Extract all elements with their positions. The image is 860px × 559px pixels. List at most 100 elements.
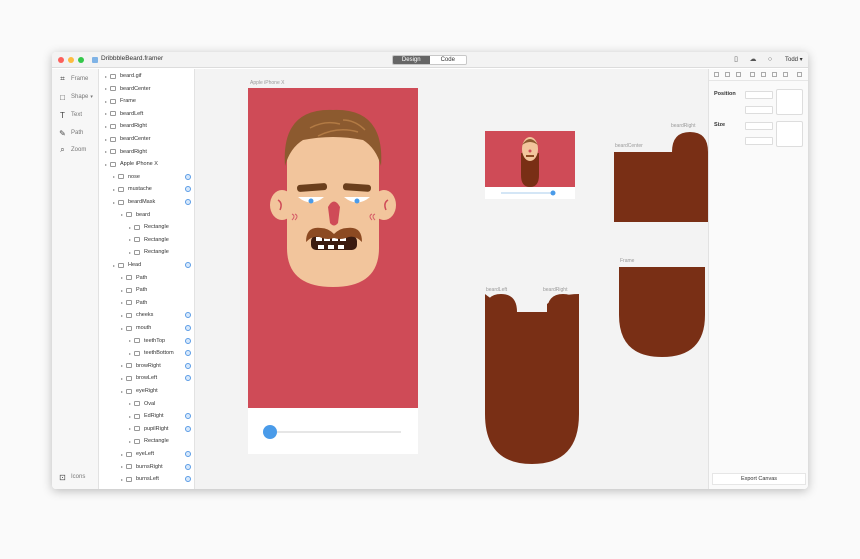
preview-artboard[interactable] — [485, 131, 575, 199]
visibility-toggle-icon[interactable] — [185, 425, 191, 432]
layer-row[interactable]: ▸ Head — [99, 259, 194, 271]
layer-row[interactable]: ▸ browRight — [99, 360, 194, 372]
layer-row[interactable]: ▸ teethBottom — [99, 347, 194, 359]
layer-row[interactable]: ▸ beard — [99, 209, 194, 221]
layer-row[interactable]: ▸ Path — [99, 284, 194, 296]
visibility-toggle-icon[interactable] — [185, 413, 191, 420]
align-left-icon[interactable] — [714, 72, 719, 77]
visibility-toggle-icon[interactable] — [185, 337, 191, 344]
layer-row[interactable]: ▸ cheeks — [99, 309, 194, 321]
layer-row[interactable]: ▸ burnsLeft — [99, 473, 194, 485]
tool-icons[interactable]: ⊡ Icons — [58, 472, 85, 482]
visibility-toggle-icon[interactable] — [185, 362, 191, 369]
cloud-icon[interactable]: ☁ — [749, 56, 757, 64]
layer-row[interactable]: ▸ Rectangle — [99, 435, 194, 447]
visibility-toggle-icon[interactable] — [185, 312, 191, 319]
layer-row[interactable]: ▸ browLeft — [99, 372, 194, 384]
iphone-artboard[interactable] — [248, 88, 418, 454]
artboard-label-iphone[interactable]: Apple iPhone X — [250, 80, 284, 86]
layer-name: cheeks — [136, 312, 154, 319]
tool-frame[interactable]: ⌗ Frame — [58, 74, 88, 84]
layer-row[interactable]: ▸ Oval — [99, 398, 194, 410]
tool-shape[interactable]: □ Shape ▾ — [58, 92, 93, 102]
align-top-icon[interactable] — [761, 72, 766, 77]
layer-row[interactable]: ▸ eyeLeft — [99, 448, 194, 460]
visibility-toggle-icon[interactable] — [185, 476, 191, 483]
comment-icon[interactable]: ○ — [766, 56, 774, 64]
align-right-icon[interactable] — [736, 72, 741, 77]
layer-row[interactable]: ▸ Rectangle — [99, 246, 194, 258]
distribute-h-icon[interactable] — [750, 72, 755, 77]
layer-type-icon — [126, 363, 132, 369]
distribute-v-icon[interactable] — [797, 72, 802, 77]
align-middle-icon[interactable] — [772, 72, 777, 77]
visibility-toggle-icon[interactable] — [185, 173, 191, 180]
layer-row[interactable]: ▸ teethTop — [99, 335, 194, 347]
layer-row[interactable]: ▸ beardMask — [99, 196, 194, 208]
frame-icon: ⌗ — [60, 74, 65, 83]
beard-combined-shape[interactable] — [485, 294, 581, 466]
layer-row[interactable]: ▸ beardCenter — [99, 83, 194, 95]
layer-row[interactable]: ▸ Frame — [99, 95, 194, 107]
align-center-h-icon[interactable] — [725, 72, 730, 77]
layer-name: beardLeft — [120, 110, 144, 117]
tool-zoom[interactable]: ⌕ Zoom — [58, 145, 86, 155]
layer-row[interactable]: ▸ EdRight — [99, 410, 194, 422]
tab-design[interactable]: Design — [393, 56, 430, 64]
zoom-icon: ⌕ — [60, 145, 65, 154]
layer-name: Head — [128, 262, 142, 268]
layer-type-icon — [126, 464, 132, 470]
layer-row[interactable]: ▸ eyeRight — [99, 385, 194, 397]
layer-row[interactable]: ▸ beard.gif — [99, 70, 194, 82]
size-height-field[interactable] — [745, 137, 773, 145]
tool-path[interactable]: ✎ Path — [58, 128, 83, 138]
layer-row[interactable]: ▸ beardRight — [99, 120, 194, 132]
minimize-window-button[interactable] — [68, 57, 74, 63]
layer-row[interactable]: ▸ Apple iPhone X — [99, 158, 194, 170]
frame-shape[interactable] — [619, 267, 705, 359]
preview-device-icon[interactable]: ▯ — [732, 56, 740, 64]
layer-row[interactable]: ▸ beardRight — [99, 146, 194, 158]
tab-code[interactable]: Code — [429, 56, 466, 64]
layer-type-icon — [134, 224, 140, 230]
visibility-toggle-icon[interactable] — [185, 186, 191, 193]
export-canvas-button[interactable]: Export Canvas — [712, 473, 806, 485]
layer-label-beard-right-2[interactable]: beardRight — [543, 287, 567, 293]
size-width-field[interactable] — [745, 122, 773, 130]
layer-row[interactable]: ▸ mouth — [99, 322, 194, 334]
visibility-toggle-icon[interactable] — [185, 199, 191, 205]
layer-row[interactable]: ▸ Rectangle — [99, 234, 194, 246]
visibility-toggle-icon[interactable] — [185, 451, 191, 457]
size-label: Size — [714, 122, 726, 128]
layer-row[interactable]: ▸ Rectangle — [99, 221, 194, 233]
visibility-toggle-icon[interactable] — [185, 262, 191, 268]
align-bottom-icon[interactable] — [783, 72, 788, 77]
position-x-field[interactable] — [745, 91, 773, 99]
beard-right-shape[interactable] — [614, 130, 710, 222]
tool-label: Zoom — [71, 147, 87, 153]
layer-label-beard-left[interactable]: beardLeft — [486, 287, 507, 293]
layer-type-icon — [126, 212, 132, 218]
layer-row[interactable]: ▸ burnsRight — [99, 461, 194, 473]
close-window-button[interactable] — [58, 57, 64, 63]
visibility-toggle-icon[interactable] — [185, 325, 191, 331]
layer-row[interactable]: ▸ beardLeft — [99, 108, 194, 120]
visibility-toggle-icon[interactable] — [185, 463, 191, 470]
visibility-toggle-icon[interactable] — [185, 375, 191, 382]
zoom-window-button[interactable] — [78, 57, 84, 63]
layer-row[interactable]: ▸ pupilRight — [99, 423, 194, 435]
design-canvas[interactable]: Apple iPhone X beardRight beardCenter Fr… — [195, 69, 708, 489]
layer-name: pupilRight — [144, 425, 169, 432]
user-menu[interactable]: Todd ▾ — [785, 56, 803, 63]
layer-row[interactable]: ▸ mustache — [99, 183, 194, 195]
layer-row[interactable]: ▸ Path — [99, 272, 194, 284]
layer-row[interactable]: ▸ Path — [99, 297, 194, 309]
visibility-toggle-icon[interactable] — [185, 350, 191, 357]
layer-label-frame[interactable]: Frame — [620, 258, 634, 264]
position-y-field[interactable] — [745, 106, 773, 114]
layer-row[interactable]: ▸ nose — [99, 171, 194, 183]
tool-text[interactable]: T Text — [58, 110, 82, 120]
layer-row[interactable]: ▸ beardCenter — [99, 133, 194, 145]
layer-label-beard-right[interactable]: beardRight — [671, 123, 695, 129]
layer-name: Oval — [144, 400, 156, 407]
